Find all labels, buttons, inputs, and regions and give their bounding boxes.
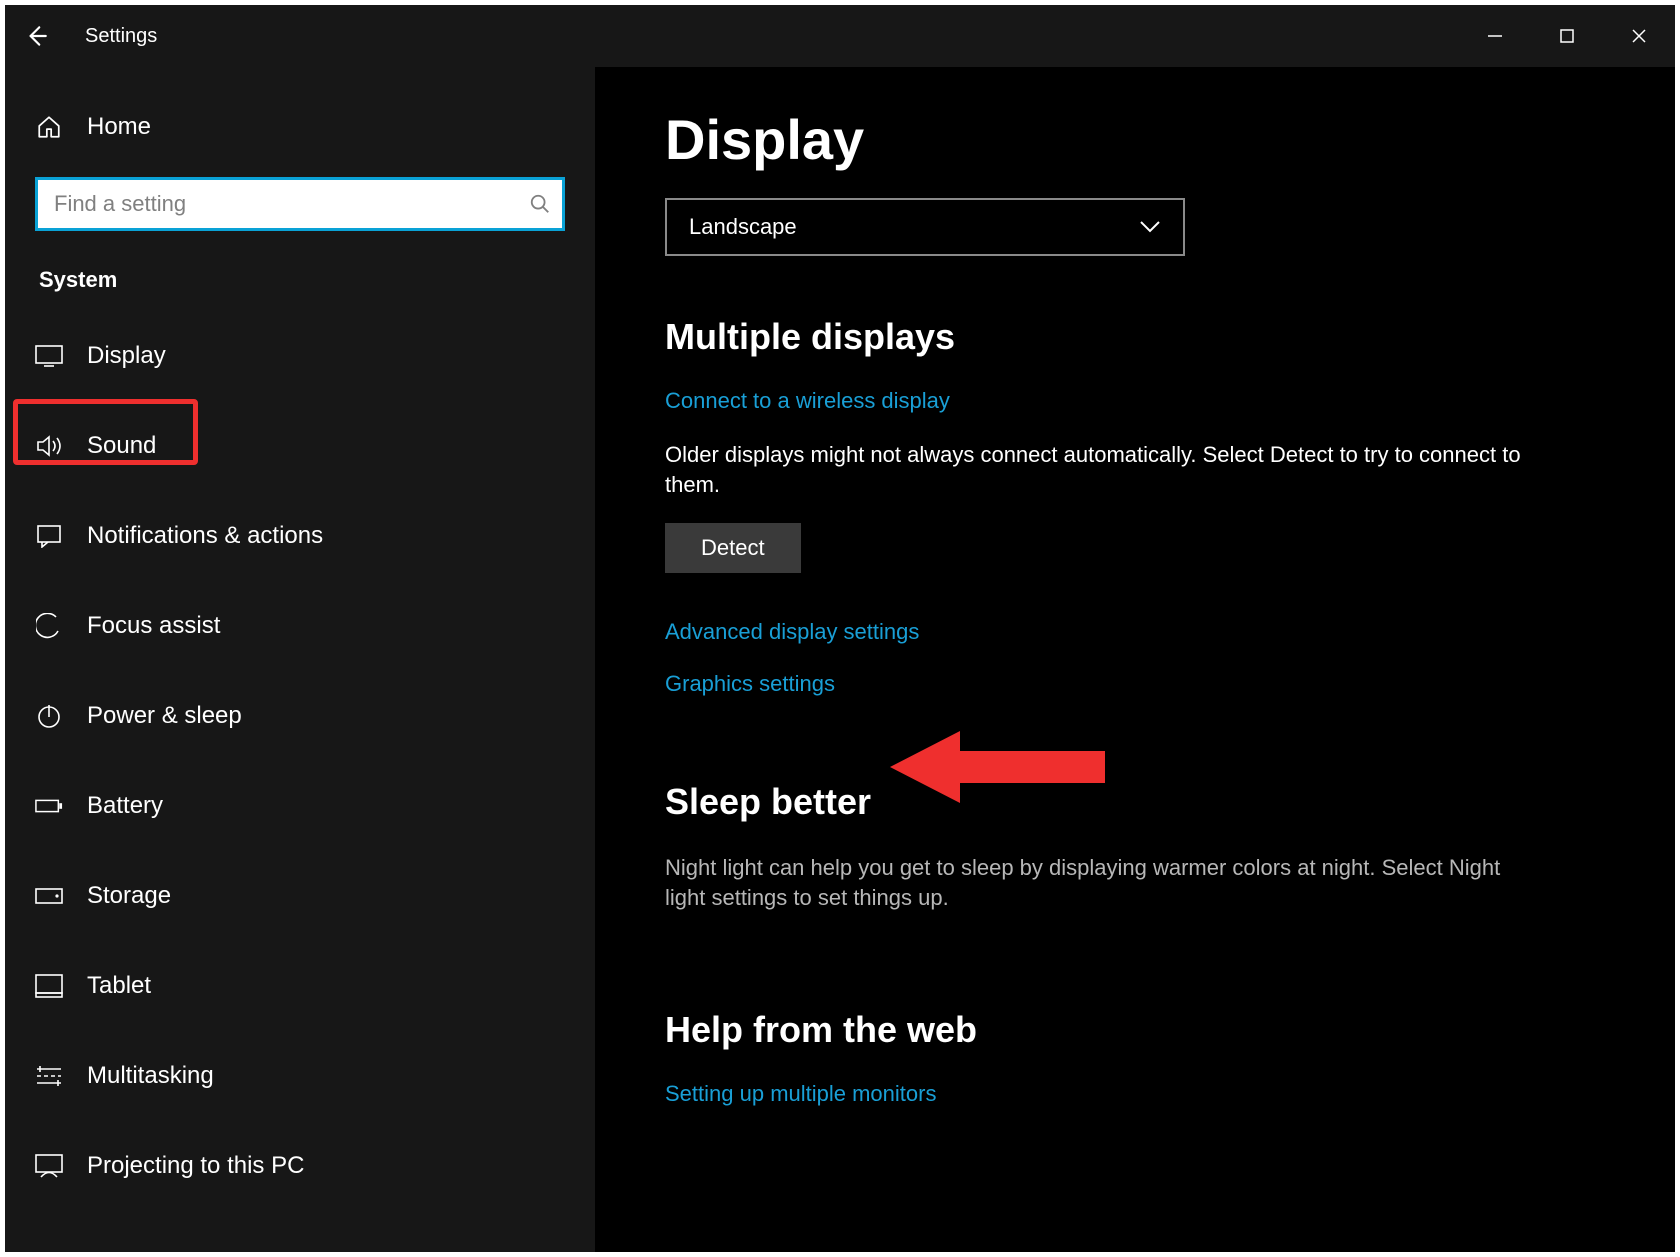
display-icon bbox=[35, 342, 63, 370]
sidebar-item-label: Focus assist bbox=[87, 612, 220, 640]
sidebar-item-label: Power & sleep bbox=[87, 702, 242, 730]
maximize-button[interactable] bbox=[1531, 11, 1603, 61]
window-controls bbox=[1459, 11, 1675, 61]
search-input[interactable] bbox=[35, 177, 565, 231]
notifications-icon bbox=[35, 522, 63, 550]
home-label: Home bbox=[87, 113, 151, 141]
detect-button[interactable]: Detect bbox=[665, 523, 801, 573]
search-box[interactable] bbox=[35, 177, 565, 231]
power-icon bbox=[35, 702, 63, 730]
back-button[interactable] bbox=[5, 5, 67, 67]
annotation-highlight-display bbox=[13, 399, 198, 465]
sidebar-item-label: Display bbox=[87, 342, 166, 370]
window-title: Settings bbox=[67, 25, 157, 48]
projecting-icon bbox=[35, 1152, 63, 1180]
sidebar-item-battery[interactable]: Battery bbox=[5, 761, 595, 851]
orientation-dropdown[interactable]: Landscape bbox=[665, 198, 1185, 256]
sidebar-item-multitasking[interactable]: Multitasking bbox=[5, 1031, 595, 1121]
sidebar: Home System Display Sound Notifications bbox=[5, 67, 595, 1252]
page-title: Display bbox=[665, 107, 1635, 172]
graphics-settings-link[interactable]: Graphics settings bbox=[665, 671, 1635, 697]
main-content: Display Landscape Multiple displays Conn… bbox=[595, 67, 1675, 1252]
help-link-multiple-monitors[interactable]: Setting up multiple monitors bbox=[665, 1081, 1635, 1107]
sidebar-section-heading: System bbox=[5, 255, 595, 311]
connect-wireless-display-link[interactable]: Connect to a wireless display bbox=[665, 388, 1635, 414]
sidebar-item-label: Storage bbox=[87, 882, 171, 910]
storage-icon bbox=[35, 882, 63, 910]
sleep-better-text: Night light can help you get to sleep by… bbox=[665, 853, 1545, 912]
multiple-displays-heading: Multiple displays bbox=[665, 316, 1635, 358]
home-icon bbox=[35, 113, 63, 141]
sidebar-item-storage[interactable]: Storage bbox=[5, 851, 595, 941]
sidebar-item-focus-assist[interactable]: Focus assist bbox=[5, 581, 595, 671]
sidebar-item-label: Tablet bbox=[87, 972, 151, 1000]
multitasking-icon bbox=[35, 1062, 63, 1090]
titlebar: Settings bbox=[5, 5, 1675, 67]
detect-hint-text: Older displays might not always connect … bbox=[665, 440, 1545, 499]
advanced-display-settings-link[interactable]: Advanced display settings bbox=[665, 619, 1635, 645]
home-link[interactable]: Home bbox=[5, 97, 595, 157]
close-button[interactable] bbox=[1603, 11, 1675, 61]
sidebar-item-projecting[interactable]: Projecting to this PC bbox=[5, 1121, 595, 1211]
sidebar-item-label: Battery bbox=[87, 792, 163, 820]
sleep-better-heading: Sleep better bbox=[665, 781, 1635, 823]
sidebar-item-label: Projecting to this PC bbox=[87, 1152, 304, 1180]
sidebar-item-label: Notifications & actions bbox=[87, 522, 323, 550]
search-icon bbox=[529, 193, 551, 215]
dropdown-value: Landscape bbox=[689, 214, 797, 240]
tablet-icon bbox=[35, 972, 63, 1000]
help-from-web-heading: Help from the web bbox=[665, 1009, 1635, 1051]
sidebar-item-tablet[interactable]: Tablet bbox=[5, 941, 595, 1031]
sidebar-item-notifications[interactable]: Notifications & actions bbox=[5, 491, 595, 581]
sidebar-item-power-sleep[interactable]: Power & sleep bbox=[5, 671, 595, 761]
minimize-button[interactable] bbox=[1459, 11, 1531, 61]
battery-icon bbox=[35, 792, 63, 820]
annotation-arrow bbox=[890, 725, 1105, 809]
focus-assist-icon bbox=[35, 612, 63, 640]
sidebar-item-display[interactable]: Display bbox=[5, 311, 595, 401]
sidebar-item-label: Multitasking bbox=[87, 1062, 214, 1090]
chevron-down-icon bbox=[1139, 220, 1161, 234]
